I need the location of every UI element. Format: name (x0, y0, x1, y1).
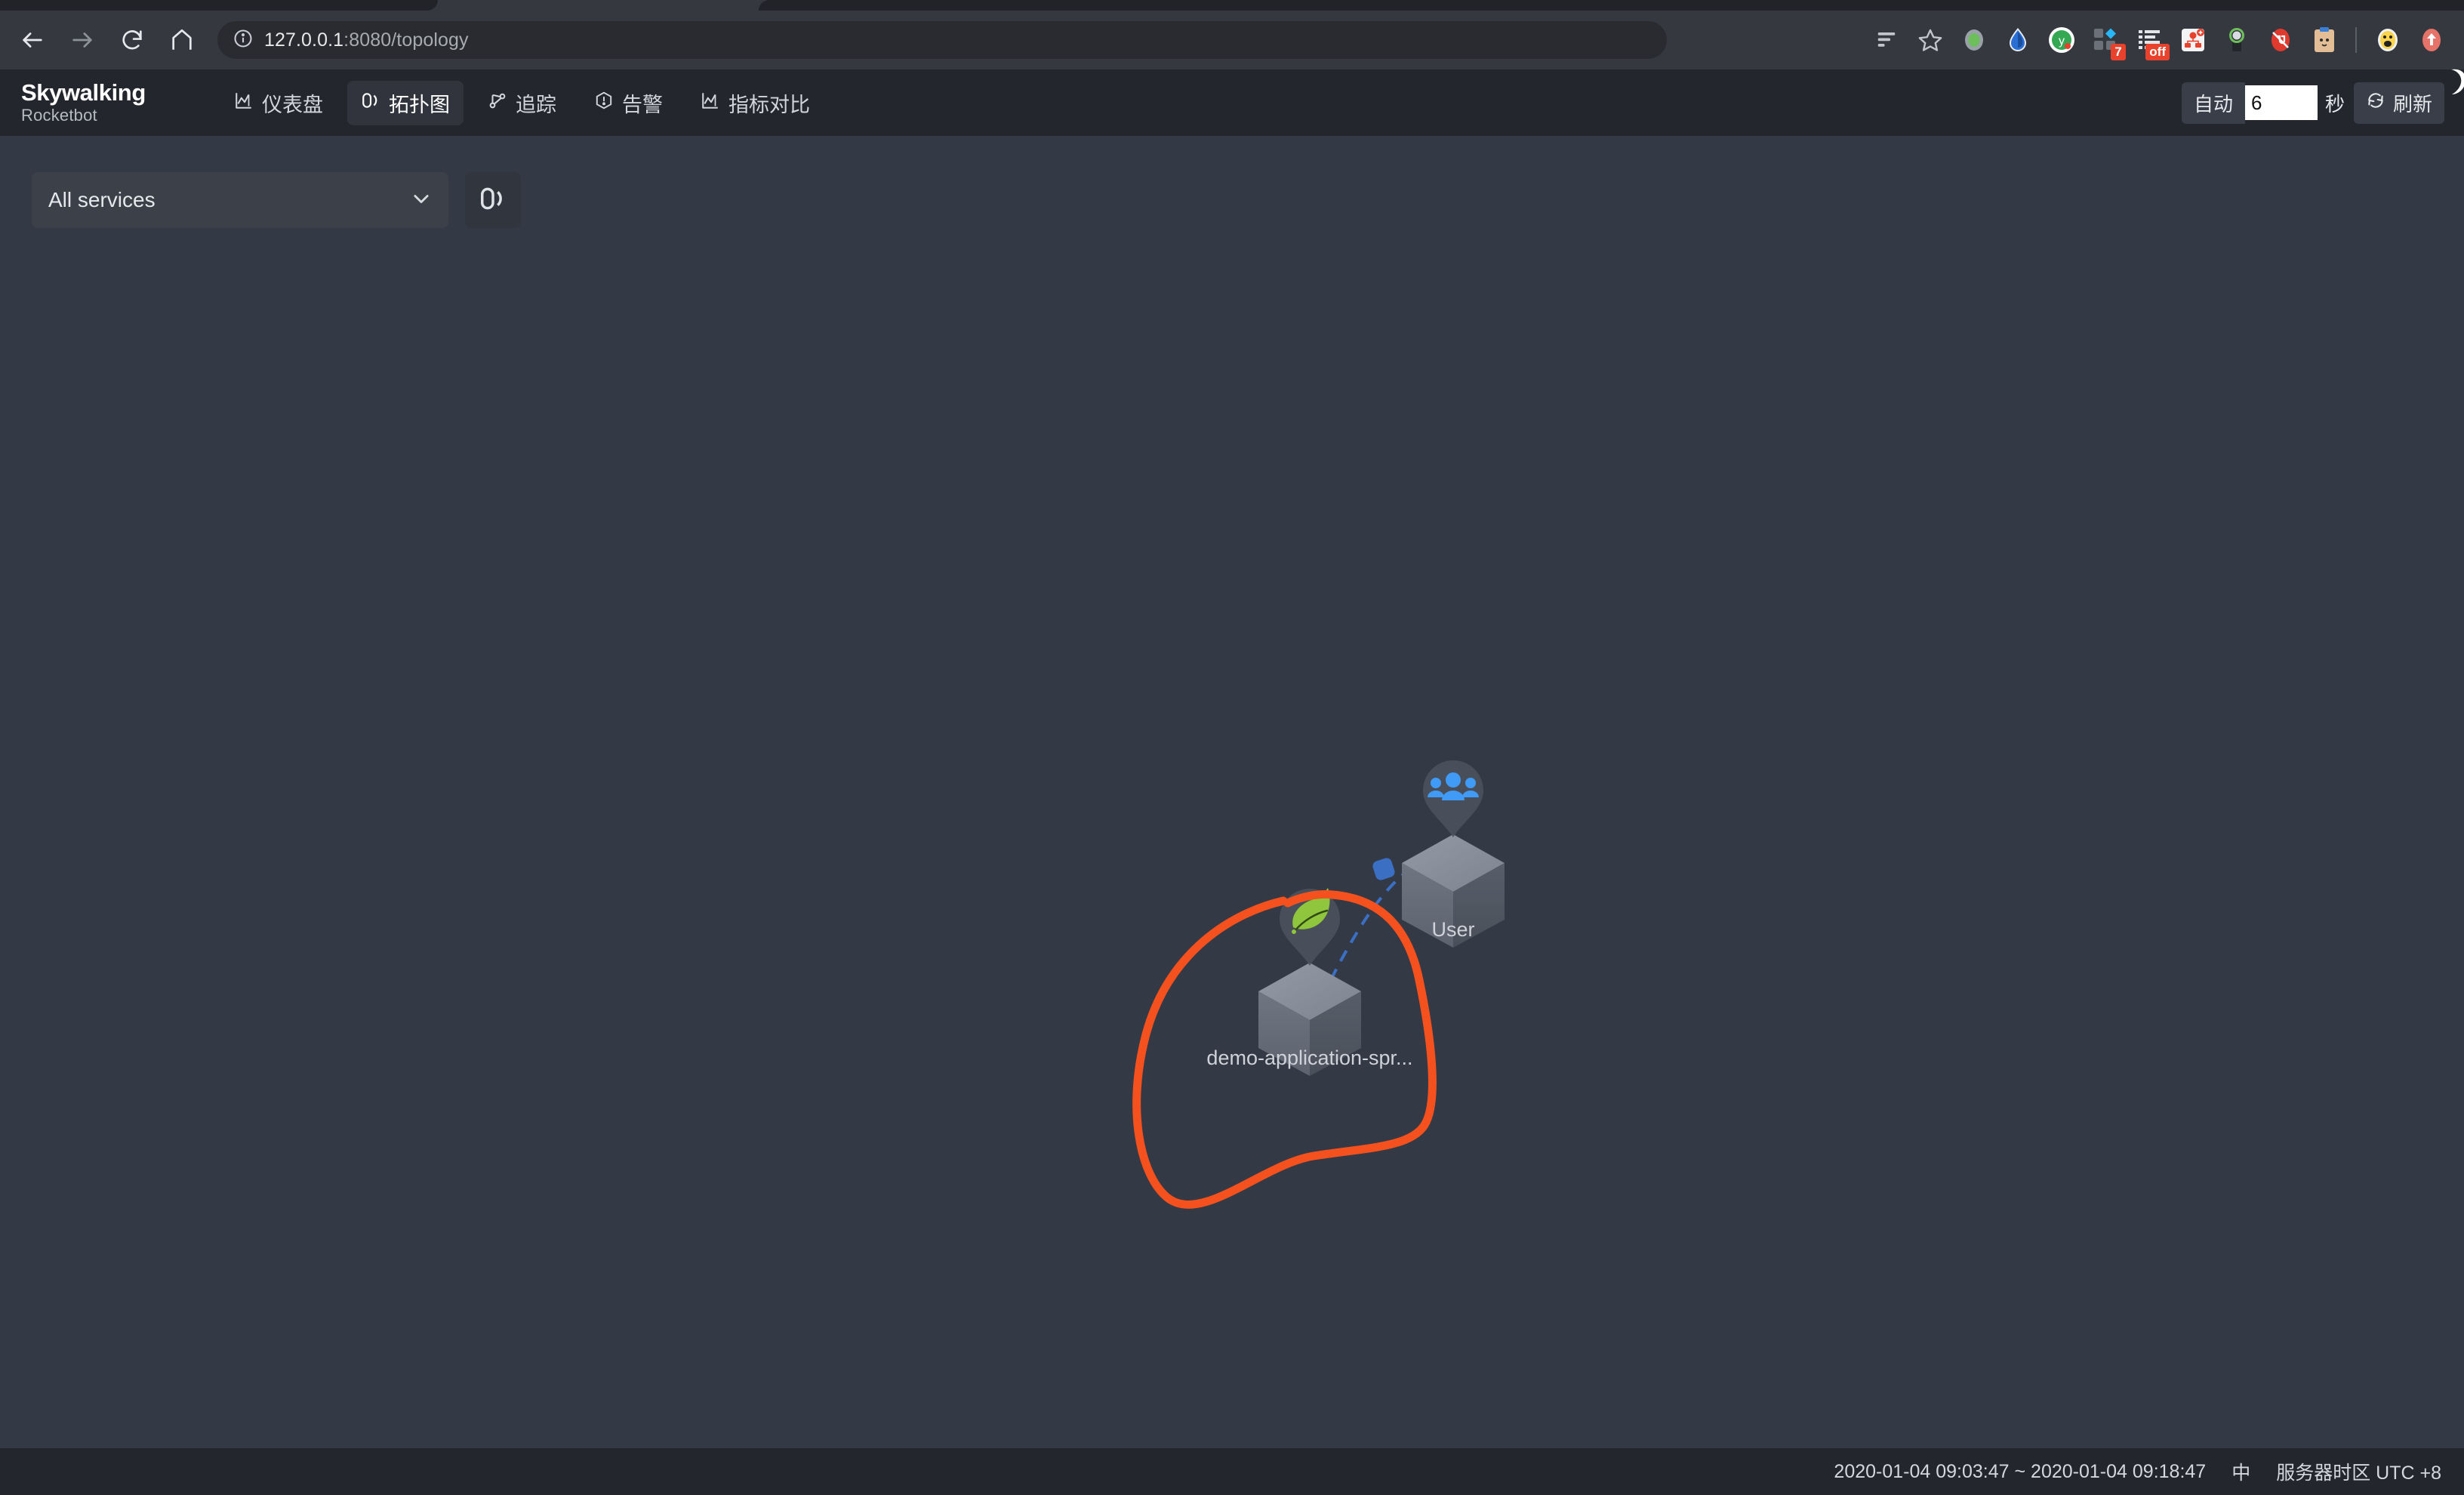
app-navigation: 仪表盘 拓扑图 追踪 告警 指标对比 (220, 80, 824, 125)
topology-toolbar: All services (32, 172, 521, 228)
forward-arrow-icon[interactable] (65, 23, 100, 57)
magnifier-extension-icon[interactable] (2215, 18, 2259, 62)
green-circle-extension-icon[interactable] (1952, 18, 1996, 62)
service-filter-select[interactable]: All services (32, 172, 448, 228)
nav-item-trace[interactable]: 追踪 (474, 81, 570, 125)
browser-tab[interactable] (0, 0, 438, 11)
green-y-extension-icon[interactable]: y (2040, 18, 2084, 62)
node-label: demo-application-spr... (1206, 1046, 1412, 1069)
address-bar[interactable]: 127.0.0.1:8080/topology (217, 21, 1667, 59)
app-header: Skywalking Rocketbot 仪表盘 拓扑图 追踪 告警 指标对比 … (0, 69, 2464, 136)
time-range-label[interactable]: 2020-01-04 09:03:47 ~ 2020-01-04 09:18:4… (1834, 1461, 2206, 1483)
refresh-button-label: 刷新 (2392, 92, 2432, 116)
plug-disabled-extension-icon[interactable] (2259, 18, 2302, 62)
nav-item-label: 仪表盘 (262, 93, 323, 116)
timezone-label: 服务器时区 UTC +8 (2276, 1463, 2441, 1484)
emoji-avatar-icon[interactable] (2366, 18, 2410, 62)
refresh-button[interactable]: 刷新 (2353, 82, 2444, 124)
refresh-icon (2366, 91, 2385, 116)
blue-droplet-extension-icon[interactable] (1996, 18, 2040, 62)
language-toggle[interactable]: 中 (2231, 1458, 2250, 1485)
nav-item-alarm[interactable]: 告警 (581, 81, 676, 125)
nav-item-metrics-compare[interactable]: 指标对比 (687, 81, 824, 125)
browser-nav-buttons (0, 23, 199, 57)
topology-node-user[interactable]: User (1402, 760, 1505, 948)
status-bar: 2020-01-04 09:03:47 ~ 2020-01-04 09:18:4… (0, 1448, 2464, 1495)
brand-name: Skywalking (21, 79, 146, 106)
back-arrow-icon[interactable] (15, 23, 50, 57)
chart-icon (701, 91, 720, 116)
red-upload-extension-icon[interactable] (2410, 18, 2453, 62)
nav-item-label: 告警 (622, 93, 663, 116)
topology-layout-toggle-button[interactable] (465, 172, 521, 228)
nav-item-dashboard[interactable]: 仪表盘 (220, 81, 337, 125)
brand-subtitle: Rocketbot (21, 106, 97, 125)
nav-item-label: 拓扑图 (389, 93, 450, 116)
chart-icon (234, 91, 254, 116)
seconds-label: 秒 (2324, 92, 2345, 116)
svg-text:y: y (2059, 35, 2065, 48)
browser-extension-bar: y 7 off (1865, 18, 2464, 62)
reading-list-icon[interactable] (1865, 18, 1908, 62)
topology-graph-canvas[interactable]: User demo-application-spr... (0, 136, 2464, 1465)
nav-item-topology[interactable]: 拓扑图 (347, 80, 464, 125)
refresh-controls: 自动 秒 刷新 (2181, 82, 2464, 124)
service-filter-value: All services (48, 188, 156, 211)
reload-icon[interactable] (115, 23, 149, 57)
alarm-hexagon-icon (594, 91, 614, 116)
list-extension-icon[interactable]: off (2127, 18, 2171, 62)
extension-badge: off (2145, 44, 2170, 60)
blue-diamond-extension-icon[interactable]: 7 (2084, 18, 2127, 62)
toolbar-divider (2355, 27, 2357, 53)
trace-branch-icon (488, 91, 507, 116)
auto-refresh-button[interactable]: 自动 (2181, 82, 2245, 124)
browser-tab-strip[interactable] (0, 0, 2464, 11)
nav-item-label: 追踪 (516, 93, 556, 116)
page-info-icon[interactable] (233, 28, 254, 53)
topology-icon (361, 91, 380, 116)
topology-layout-icon (479, 184, 507, 217)
refresh-interval-input[interactable] (2244, 85, 2318, 120)
nav-item-label: 指标对比 (728, 93, 810, 116)
app-logo[interactable]: Skywalking Rocketbot (0, 69, 2464, 125)
extension-badge: 7 (2111, 44, 2126, 60)
clipboard-extension-icon[interactable] (2302, 18, 2346, 62)
bookmark-star-icon[interactable] (1908, 18, 1952, 62)
sitemap-extension-icon[interactable] (2171, 18, 2215, 62)
browser-toolbar: 127.0.0.1:8080/topology y 7 off (0, 11, 2464, 69)
browser-tab[interactable] (759, 0, 2464, 11)
logo-swoosh-icon (2447, 66, 2464, 100)
home-icon[interactable] (165, 23, 199, 57)
square-marker (1372, 858, 1395, 880)
address-bar-text: 127.0.0.1:8080/topology (264, 29, 469, 51)
topology-content: User demo-application-spr... All service… (0, 136, 2464, 1465)
chevron-down-icon (411, 188, 432, 213)
node-label: User (1431, 918, 1474, 941)
